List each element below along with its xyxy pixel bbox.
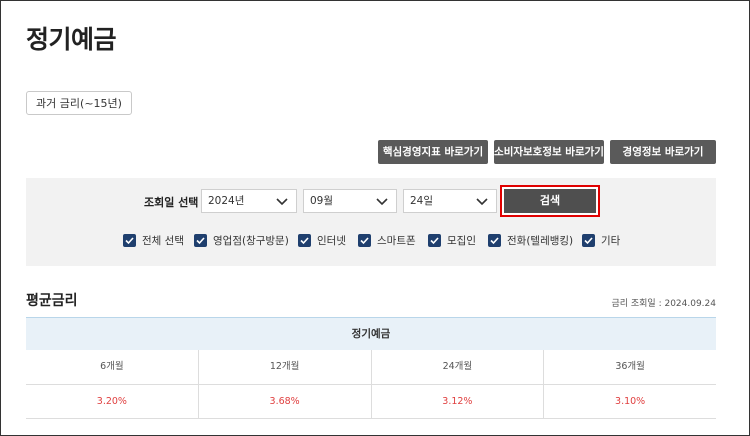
rate-value: 3.10% — [615, 396, 646, 407]
checkbox-telebanking[interactable]: 전화(텔레뱅킹) — [488, 233, 573, 249]
year-value: 2024년 — [208, 195, 245, 207]
rate-value: 3.68% — [199, 385, 372, 418]
chevron-down-icon — [476, 198, 488, 206]
rate-value: 3.12% — [372, 385, 545, 418]
search-button[interactable]: 검색 — [500, 185, 600, 217]
checkbox-icon — [194, 233, 207, 247]
column-header: 24개월 — [372, 350, 545, 384]
chevron-down-icon — [276, 198, 288, 206]
management-info-button[interactable]: 경영정보 바로가기 — [610, 140, 716, 164]
month-value: 09월 — [310, 195, 334, 207]
column-header: 6개월 — [26, 350, 199, 384]
table-column-row: 6개월 12개월 24개월 36개월 — [26, 350, 716, 385]
section-title: 평균금리 — [26, 293, 78, 309]
page-title: 정기예금 — [26, 25, 117, 54]
checkbox-icon — [582, 233, 595, 247]
rate-table: 정기예금 6개월 12개월 24개월 36개월 3.20% 3.68% 3.12… — [26, 317, 716, 419]
year-select[interactable]: 2024년 — [201, 189, 297, 213]
chevron-down-icon — [376, 198, 388, 206]
checkbox-internet[interactable]: 인터넷 — [298, 233, 346, 249]
past-rates-button[interactable]: 과거 금리(~15년) — [26, 91, 132, 115]
checkbox-smartphone[interactable]: 스마트폰 — [358, 233, 416, 249]
checkbox-icon — [123, 233, 136, 247]
search-button-label: 검색 — [504, 189, 596, 213]
column-header: 12개월 — [199, 350, 372, 384]
day-select[interactable]: 24일 — [403, 189, 497, 213]
checkbox-icon — [488, 233, 501, 247]
table-header: 정기예금 — [26, 318, 716, 350]
checkbox-recruiter[interactable]: 모집인 — [428, 233, 476, 249]
checkbox-icon — [428, 233, 441, 247]
rate-value: 3.20% — [26, 385, 199, 418]
checkbox-icon — [298, 233, 311, 247]
query-date: 금리 조회일 : 2024.09.24 — [611, 299, 716, 309]
checkbox-select-all[interactable]: 전체 선택 — [123, 233, 184, 249]
column-header: 36개월 — [615, 361, 645, 372]
day-value: 24일 — [410, 195, 434, 207]
checkbox-branch[interactable]: 영업점(창구방문) — [194, 233, 289, 249]
table-row: 3.20% 3.68% 3.12% 3.10% — [26, 385, 716, 419]
date-select-label: 조회일 선택 — [144, 196, 199, 209]
checkbox-other[interactable]: 기타 — [582, 233, 620, 249]
month-select[interactable]: 09월 — [303, 189, 397, 213]
checkbox-icon — [358, 233, 371, 247]
key-management-indicators-button[interactable]: 핵심경영지표 바로가기 — [378, 140, 488, 164]
consumer-protection-info-button[interactable]: 소비자보호정보 바로가기 — [494, 140, 604, 164]
